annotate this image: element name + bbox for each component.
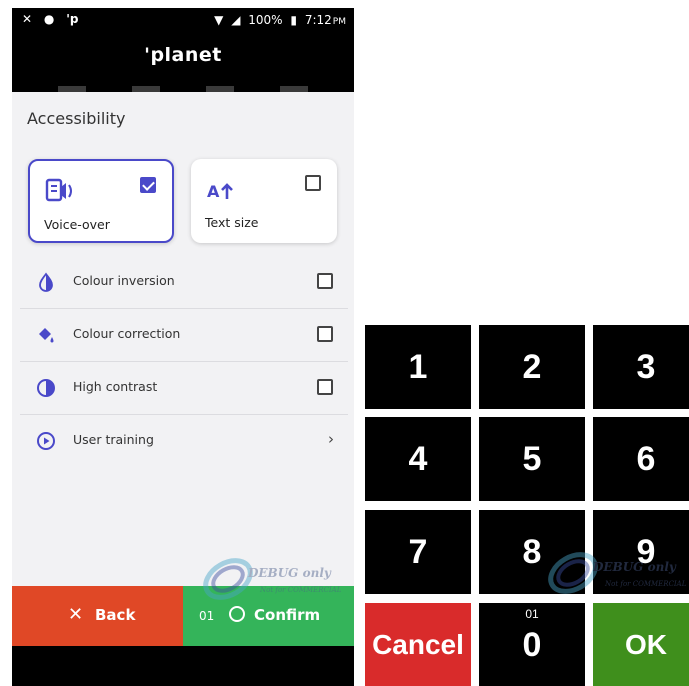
circle-icon [229,606,245,622]
cancel-button[interactable]: Cancel [365,603,471,686]
high-contrast-icon [37,379,55,397]
text-size-card[interactable]: A Text size [191,159,337,243]
key-label: OK [625,629,667,660]
option-label: User training [73,432,154,447]
key-3[interactable]: 3 [593,325,689,409]
status-right: ▼ ◢ 100% ▮ 7:12PM [210,13,346,27]
high-contrast-checkbox[interactable] [317,379,333,395]
watermark-text: DEBUG only [593,560,676,574]
debug-watermark: DEBUG only Not for COMMERCIAL [200,554,350,604]
signal-icon: ◢ [231,13,241,27]
voice-over-checkbox[interactable] [140,177,156,193]
ok-button[interactable]: OK [593,603,689,686]
confirm-prefix: 01 [199,609,215,623]
option-row-high-contrast[interactable]: High contrast [20,362,348,415]
planet-icon: 'p [66,12,79,26]
option-row-colour-inversion[interactable]: Colour inversion [20,256,348,309]
progress-tick [132,86,160,92]
colour-inversion-icon [39,272,53,292]
chevron-right-icon: › [328,430,334,448]
debug-watermark: DEBUG only Not for COMMERCIAL [545,548,689,598]
key-label: 3 [636,347,656,386]
play-circle-icon [37,432,55,450]
progress-tick [206,86,234,92]
wifi-icon: ▼ [214,13,224,27]
confirm-button-label: Confirm [254,606,321,624]
key-label: 6 [636,439,656,478]
progress-tick [58,86,86,92]
watermark-subtext: Not for COMMERCIAL [260,586,342,594]
app-header: 'planet [12,32,354,92]
key-label: 5 [522,439,542,478]
option-label: High contrast [73,379,158,394]
option-label: Colour inversion [73,273,175,288]
key-label: 2 [522,347,542,386]
key-5[interactable]: 5 [479,417,585,501]
key-6[interactable]: 6 [593,417,689,501]
option-row-colour-correction[interactable]: Colour correction [20,309,348,362]
clock-time: 7:12 [304,13,332,27]
text-size-icon: A [207,182,233,201]
watermark-subtext: Not for COMMERCIAL [605,580,687,588]
page-title: Accessibility [27,109,126,128]
voice-over-card[interactable]: Voice-over [28,159,174,243]
key-label: 8 [522,532,542,571]
phone-screen: ✕ ● 'p ▼ ◢ 100% ▮ 7:12PM 'planet Accessi… [12,8,354,686]
battery-icon: ▮ [290,13,298,27]
colour-inversion-checkbox[interactable] [317,273,333,289]
key-0[interactable]: 01 0 [479,603,585,686]
clock: 7:12PM [305,13,346,27]
key-label: 4 [408,439,428,478]
voice-over-icon [45,178,72,202]
colour-correction-icon [39,328,54,343]
clock-ampm: PM [332,17,346,27]
key-label: 0 [522,625,542,664]
key-1[interactable]: 1 [365,325,471,409]
back-button[interactable]: ✕ Back [12,586,183,646]
back-button-label: Back [95,606,136,624]
battery-level: 100% [248,13,283,27]
option-row-user-training[interactable]: User training › [20,415,348,467]
status-left-icons: ✕ ● 'p [22,12,78,26]
key-label: 1 [408,347,428,386]
status-bar: ✕ ● 'p ▼ ◢ 100% ▮ 7:12PM [12,8,354,32]
key-label: Cancel [372,629,464,660]
watermark-text: DEBUG only [248,566,331,580]
planet-logo: 'planet [144,44,222,66]
dot-icon: ● [43,12,55,26]
key-4[interactable]: 4 [365,417,471,501]
text-size-checkbox[interactable] [305,175,321,191]
key-7[interactable]: 7 [365,510,471,594]
bottom-bar [12,646,354,686]
progress-tick [280,86,308,92]
text-size-label: Text size [205,215,259,230]
voice-over-label: Voice-over [44,217,110,232]
key-label: 7 [408,532,428,571]
key-sub-label: 01 [525,607,539,621]
mute-icon: ✕ [22,12,33,26]
close-icon: ✕ [68,604,84,625]
option-label: Colour correction [73,326,181,341]
colour-correction-checkbox[interactable] [317,326,333,342]
pin-keypad: 1 2 3 4 5 6 7 8 9 Cancel 01 0 OK DEBUG o… [355,318,689,686]
key-2[interactable]: 2 [479,325,585,409]
svg-text:A: A [207,182,220,201]
